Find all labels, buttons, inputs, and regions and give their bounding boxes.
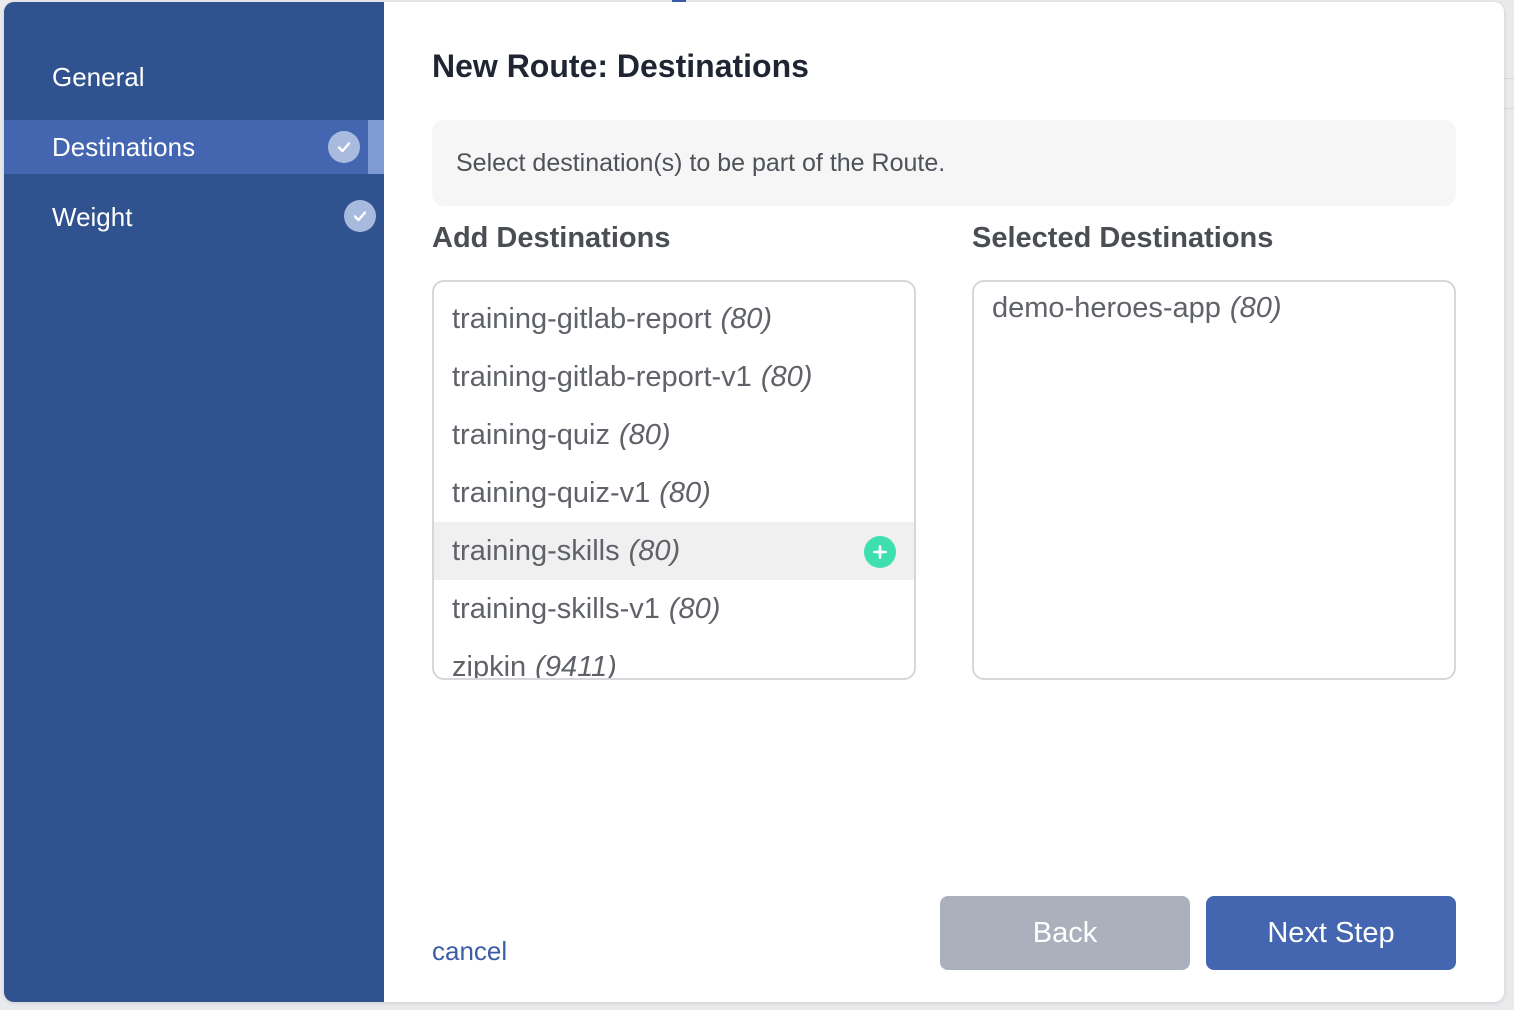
destination-name: training-quiz <box>452 418 610 451</box>
list-item[interactable]: training-gitlab-report-v1 (80) <box>434 348 914 406</box>
selected-destinations-heading: Selected Destinations <box>972 222 1274 254</box>
destination-port: (80) <box>618 418 671 451</box>
check-circle-icon <box>344 200 376 232</box>
wizard-main: New Route: Destinations Select destinati… <box>384 2 1504 1002</box>
list-item[interactable]: training-quiz-v1 (80) <box>434 464 914 522</box>
destination-port: (80) <box>760 360 813 393</box>
next-step-button[interactable]: Next Step <box>1206 896 1456 970</box>
available-destinations-list[interactable]: training-gitlab-report (80) training-git… <box>432 280 916 680</box>
destination-name: training-gitlab-report-v1 <box>452 360 752 393</box>
list-item[interactable]: training-skills-v1 (80) <box>434 580 914 638</box>
info-banner: Select destination(s) to be part of the … <box>432 120 1456 206</box>
destination-port: (80) <box>1229 292 1282 324</box>
sidebar-item-general[interactable]: General <box>4 50 384 104</box>
destination-port: (80) <box>668 592 721 625</box>
list-item[interactable]: zipkin (9411) <box>434 638 914 680</box>
sidebar-item-label: Destinations <box>52 131 196 162</box>
background-divider <box>1504 108 1514 109</box>
page-title: New Route: Destinations <box>432 48 809 84</box>
destination-name: training-gitlab-report <box>452 302 712 335</box>
list-item[interactable]: training-skills (80) <box>434 522 914 580</box>
wizard-sidebar: General Destinations Weight <box>4 2 384 1002</box>
add-destinations-heading: Add Destinations <box>432 222 671 254</box>
destination-port: (80) <box>628 534 681 567</box>
sidebar-item-label: General <box>52 61 145 92</box>
background-divider <box>1504 78 1514 79</box>
back-button[interactable]: Back <box>940 896 1190 970</box>
selected-item[interactable]: demo-heroes-app (80) <box>992 292 1282 325</box>
sidebar-item-label: Weight <box>52 201 133 232</box>
destination-name: training-quiz-v1 <box>452 476 651 509</box>
list-item[interactable]: training-quiz (80) <box>434 406 914 464</box>
destination-name: zipkin <box>452 650 527 680</box>
cancel-link[interactable]: cancel <box>432 936 507 967</box>
destination-name: training-skills-v1 <box>452 592 660 625</box>
info-text: Select destination(s) to be part of the … <box>456 148 946 177</box>
new-route-dialog: General Destinations Weight New Route: D… <box>4 2 1504 1002</box>
destination-name: demo-heroes-app <box>992 292 1221 324</box>
destination-port: (9411) <box>535 650 617 680</box>
sidebar-item-destinations[interactable]: Destinations <box>4 120 384 174</box>
destination-name: training-skills <box>452 534 620 567</box>
destination-port: (80) <box>720 302 773 335</box>
check-circle-icon <box>328 131 360 163</box>
sidebar-item-weight[interactable]: Weight <box>4 190 384 244</box>
selected-destinations-list[interactable]: demo-heroes-app (80) <box>972 280 1456 680</box>
list-item[interactable]: training-gitlab-report (80) <box>434 290 914 348</box>
destination-port: (80) <box>659 476 711 509</box>
plus-circle-icon[interactable] <box>864 536 896 568</box>
